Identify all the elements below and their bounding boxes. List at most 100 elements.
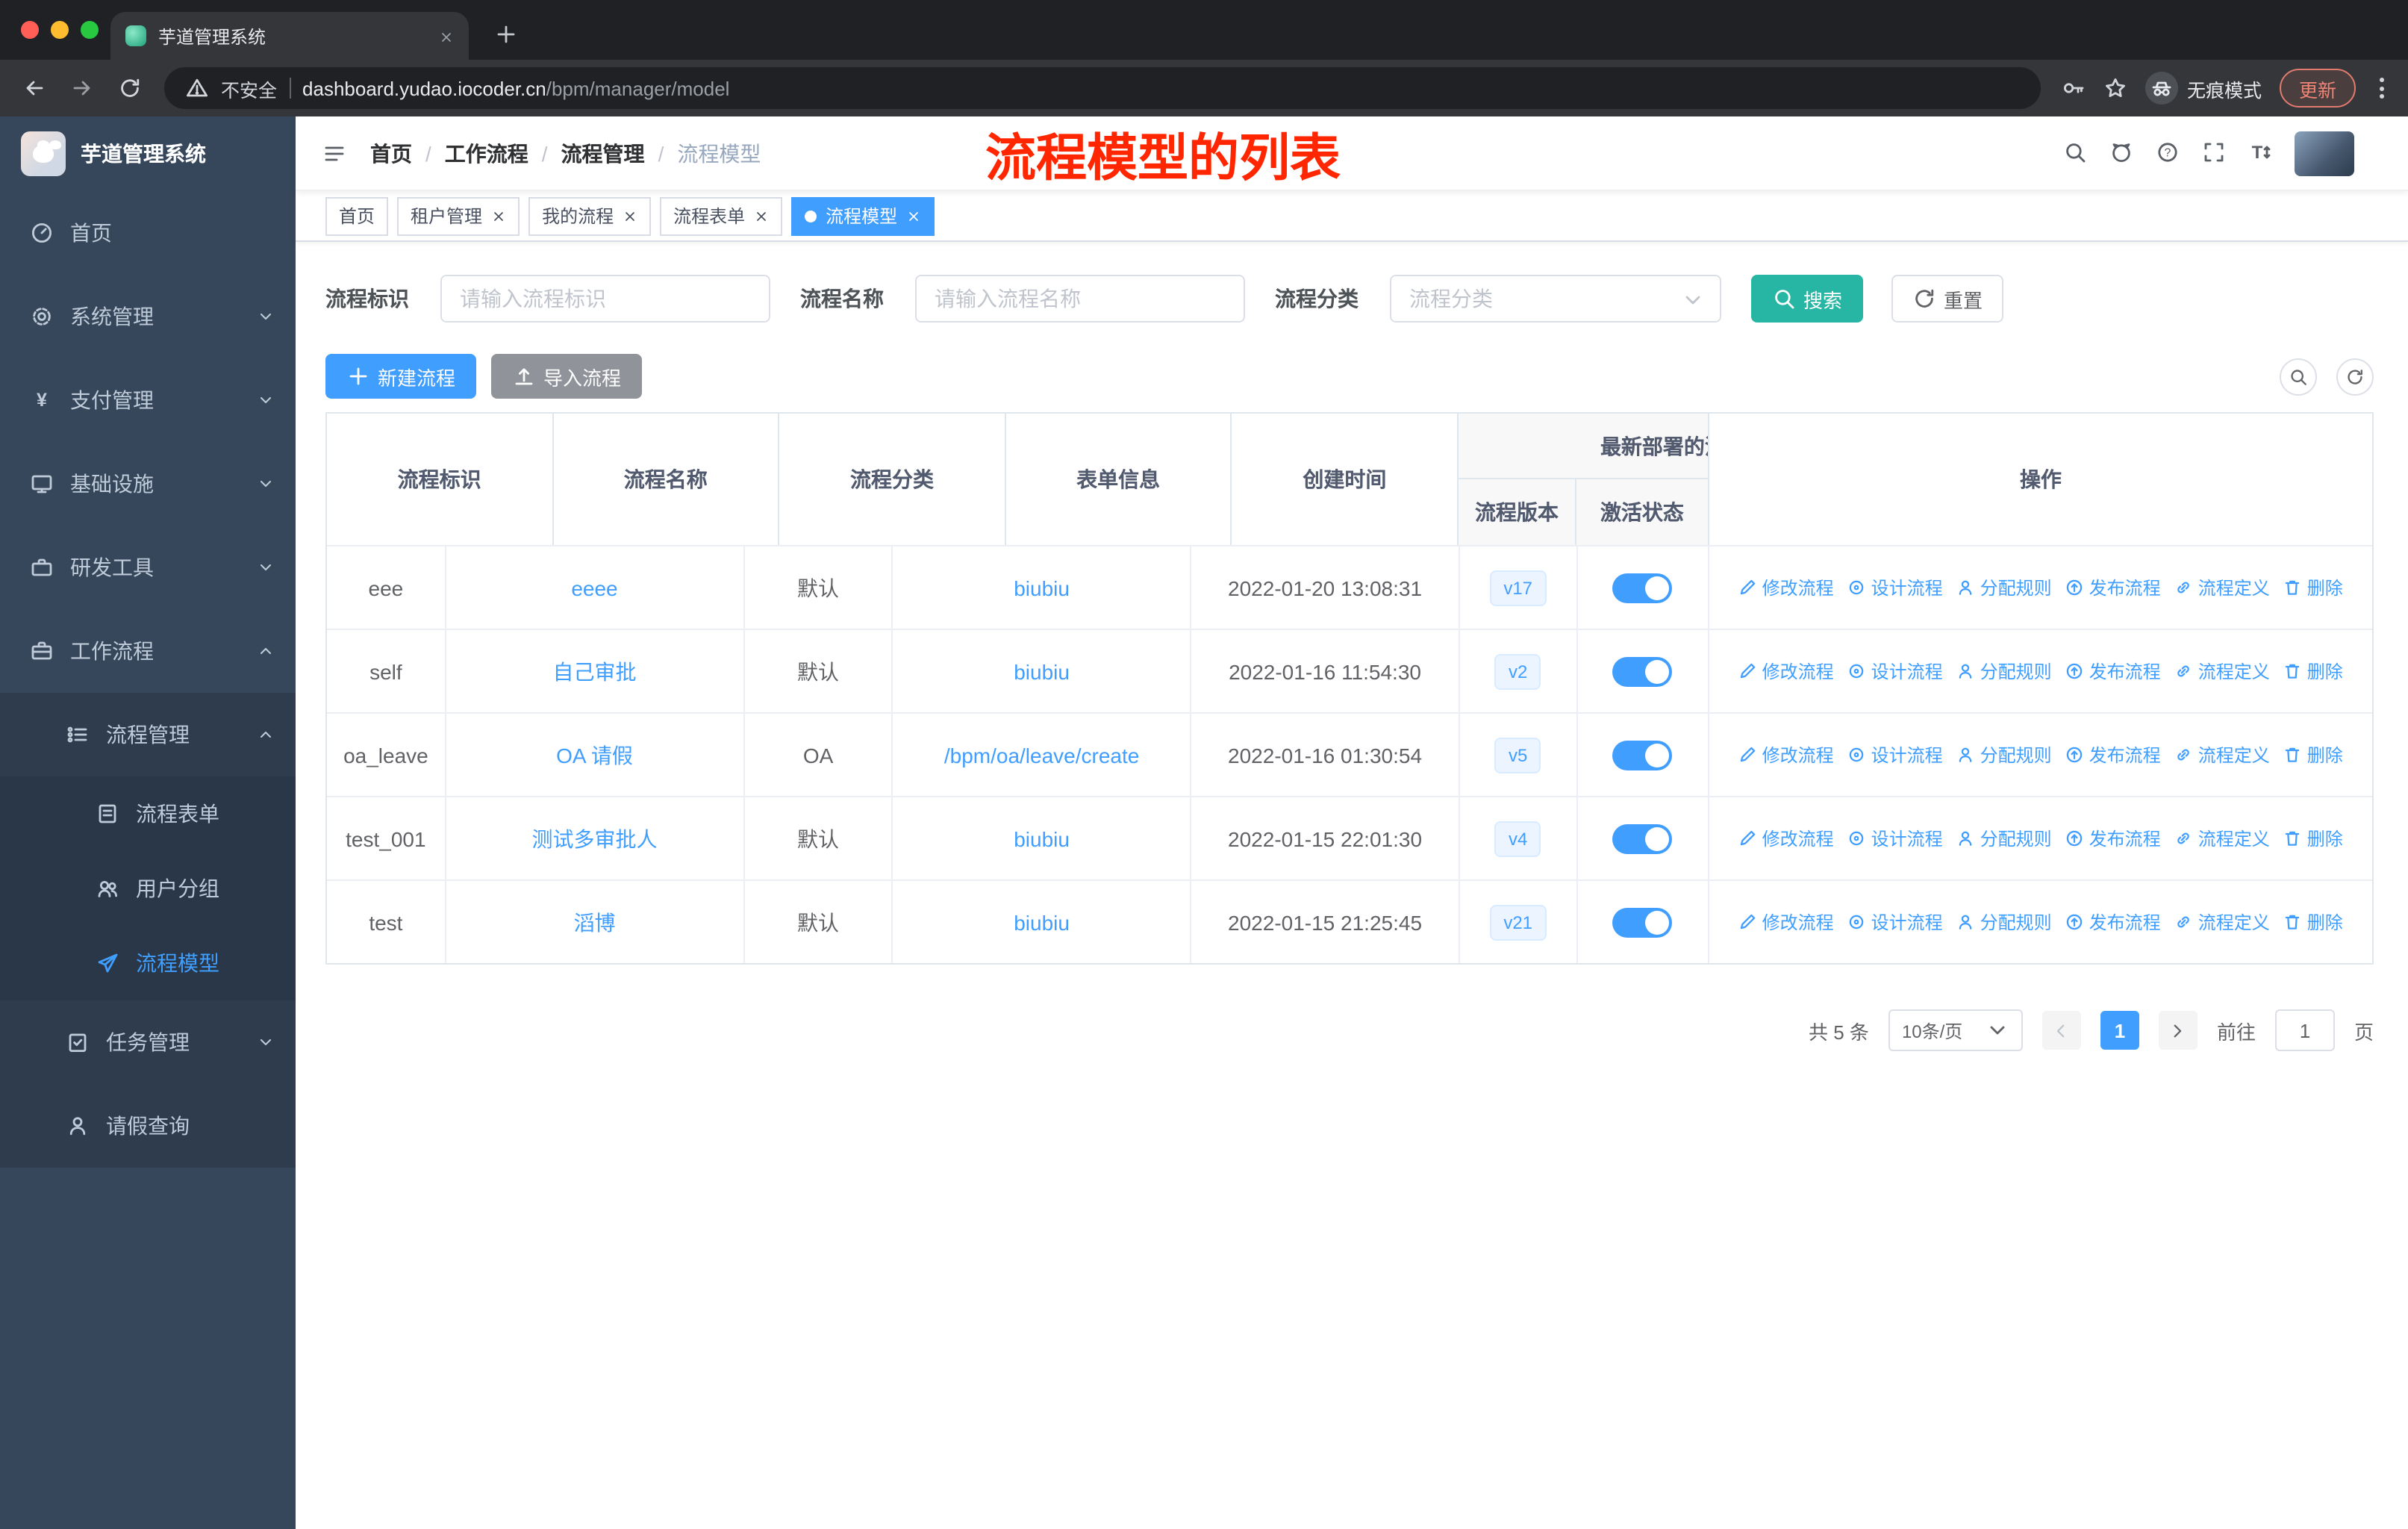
action-design-button[interactable]: 设计流程: [1847, 742, 1943, 767]
new-tab-button[interactable]: [487, 15, 525, 54]
action-definition-button[interactable]: 流程定义: [2174, 575, 2270, 600]
back-icon[interactable]: [15, 69, 54, 108]
reset-button[interactable]: 重置: [1891, 275, 2004, 323]
prev-page-button[interactable]: [2042, 1011, 2081, 1050]
user-avatar[interactable]: [2295, 131, 2354, 175]
breadcrumb-workflow[interactable]: 工作流程: [445, 138, 528, 168]
action-assign-button[interactable]: 分配规则: [1956, 658, 2052, 684]
action-design-button[interactable]: 设计流程: [1847, 575, 1943, 600]
active-toggle[interactable]: [1612, 656, 1673, 686]
sidebar-item-process-management[interactable]: 流程管理: [0, 693, 296, 776]
sidebar-item-system-management[interactable]: 系统管理: [0, 275, 296, 358]
help-icon[interactable]: ?: [2156, 140, 2180, 166]
tag-close-icon[interactable]: [491, 208, 506, 223]
form-info-link[interactable]: /bpm/oa/leave/create: [944, 743, 1140, 767]
search-icon[interactable]: [2063, 140, 2087, 166]
process-name-input[interactable]: [915, 275, 1245, 323]
active-toggle[interactable]: [1612, 573, 1673, 602]
current-page-button[interactable]: 1: [2100, 1011, 2139, 1050]
action-modify-button[interactable]: 修改流程: [1738, 658, 1834, 684]
action-publish-button[interactable]: 发布流程: [2065, 575, 2161, 600]
action-design-button[interactable]: 设计流程: [1847, 909, 1943, 935]
sidebar-item-infrastructure[interactable]: 基础设施: [0, 442, 296, 526]
action-definition-button[interactable]: 流程定义: [2174, 658, 2270, 684]
breadcrumb-home[interactable]: 首页: [370, 138, 412, 168]
action-modify-button[interactable]: 修改流程: [1738, 742, 1834, 767]
action-definition-button[interactable]: 流程定义: [2174, 742, 2270, 767]
import-process-button[interactable]: 导入流程: [491, 354, 643, 399]
action-delete-button[interactable]: 删除: [2283, 658, 2343, 684]
hamburger-icon[interactable]: [296, 141, 370, 165]
browser-update-button[interactable]: 更新: [2279, 69, 2356, 108]
search-button[interactable]: 搜索: [1751, 275, 1864, 323]
process-category-select[interactable]: 流程分类: [1390, 275, 1721, 323]
tag-process-form[interactable]: 流程表单: [660, 196, 783, 235]
process-name-link[interactable]: eeee: [571, 576, 617, 600]
action-modify-button[interactable]: 修改流程: [1738, 826, 1834, 851]
bookmark-star-icon[interactable]: [2103, 75, 2127, 102]
action-assign-button[interactable]: 分配规则: [1956, 742, 2052, 767]
reload-icon[interactable]: [110, 69, 149, 108]
forward-icon[interactable]: [63, 69, 102, 108]
action-assign-button[interactable]: 分配规则: [1956, 826, 2052, 851]
action-modify-button[interactable]: 修改流程: [1738, 575, 1834, 600]
action-publish-button[interactable]: 发布流程: [2065, 909, 2161, 935]
sidebar-item-process-model[interactable]: 流程模型: [0, 926, 296, 1000]
tag-close-icon[interactable]: [906, 208, 921, 223]
process-name-link[interactable]: 滔博: [573, 907, 615, 937]
minimize-window-button[interactable]: [51, 21, 69, 39]
tab-close-icon[interactable]: [439, 25, 454, 46]
action-definition-button[interactable]: 流程定义: [2174, 909, 2270, 935]
tag-tenant-management[interactable]: 租户管理: [397, 196, 520, 235]
breadcrumb-process-management[interactable]: 流程管理: [561, 138, 645, 168]
process-name-link[interactable]: OA 请假: [556, 740, 633, 770]
process-name-link[interactable]: 自己审批: [552, 656, 636, 686]
address-bar[interactable]: 不安全 dashboard.yudao.iocoder.cn/bpm/manag…: [164, 67, 2041, 109]
close-window-button[interactable]: [21, 21, 39, 39]
tag-process-model[interactable]: 流程模型: [791, 196, 935, 235]
refresh-table-button[interactable]: [2336, 358, 2374, 395]
action-delete-button[interactable]: 删除: [2283, 575, 2343, 600]
sidebar-item-user-group[interactable]: 用户分组: [0, 851, 296, 926]
active-toggle[interactable]: [1612, 740, 1673, 770]
action-delete-button[interactable]: 删除: [2283, 826, 2343, 851]
action-delete-button[interactable]: 删除: [2283, 742, 2343, 767]
action-design-button[interactable]: 设计流程: [1847, 826, 1943, 851]
tag-close-icon[interactable]: [623, 208, 637, 223]
process-name-link[interactable]: 测试多审批人: [531, 823, 657, 853]
action-delete-button[interactable]: 删除: [2283, 909, 2343, 935]
form-info-link[interactable]: biubiu: [1014, 576, 1070, 600]
sidebar-item-process-form[interactable]: 流程表单: [0, 776, 296, 851]
action-assign-button[interactable]: 分配规则: [1956, 575, 2052, 600]
page-size-select[interactable]: 10条/页: [1888, 1009, 2023, 1051]
active-toggle[interactable]: [1612, 823, 1673, 853]
goto-page-input[interactable]: [2274, 1009, 2335, 1051]
action-modify-button[interactable]: 修改流程: [1738, 909, 1834, 935]
action-design-button[interactable]: 设计流程: [1847, 658, 1943, 684]
sidebar-item-dev-tools[interactable]: 研发工具: [0, 526, 296, 609]
action-publish-button[interactable]: 发布流程: [2065, 742, 2161, 767]
sidebar-item-payment-management[interactable]: ¥ 支付管理: [0, 358, 296, 442]
toggle-search-button[interactable]: [2280, 358, 2317, 395]
browser-tab[interactable]: 芋道管理系统: [110, 12, 469, 60]
fullscreen-icon[interactable]: [2202, 140, 2226, 166]
action-publish-button[interactable]: 发布流程: [2065, 658, 2161, 684]
tag-close-icon[interactable]: [754, 208, 769, 223]
github-icon[interactable]: [2109, 140, 2133, 166]
action-definition-button[interactable]: 流程定义: [2174, 826, 2270, 851]
process-key-input[interactable]: [440, 275, 770, 323]
tag-home[interactable]: 首页: [325, 196, 389, 235]
action-assign-button[interactable]: 分配规则: [1956, 909, 2052, 935]
font-size-icon[interactable]: T: [2248, 140, 2272, 166]
sidebar-item-task-management[interactable]: 任务管理: [0, 1000, 296, 1084]
not-secure-warning-icon[interactable]: [185, 76, 209, 100]
form-info-link[interactable]: biubiu: [1014, 910, 1070, 934]
zoom-window-button[interactable]: [81, 21, 99, 39]
active-toggle[interactable]: [1612, 907, 1673, 937]
create-process-button[interactable]: 新建流程: [325, 354, 477, 399]
browser-menu-icon[interactable]: [2374, 78, 2390, 99]
form-info-link[interactable]: biubiu: [1014, 826, 1070, 850]
action-publish-button[interactable]: 发布流程: [2065, 826, 2161, 851]
sidebar-item-workflow[interactable]: 工作流程: [0, 609, 296, 693]
sidebar-item-leave-query[interactable]: 请假查询: [0, 1084, 296, 1168]
